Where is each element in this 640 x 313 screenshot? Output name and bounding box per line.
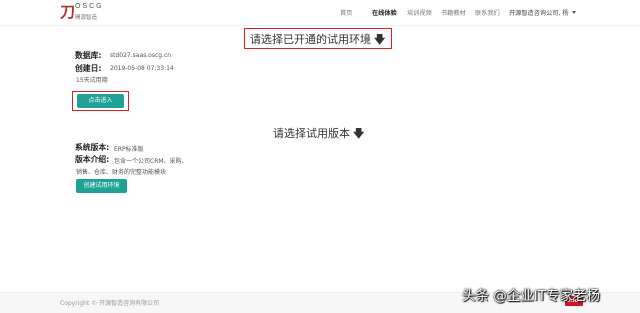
- section-title-existing: 请选择已开通的试用环境 🡇: [250, 31, 385, 50]
- intro-line-1: 包含一个公司CRM、采购、: [114, 158, 188, 165]
- created-value: 2019-05-08 07:33:14: [110, 65, 174, 72]
- enter-button[interactable]: 点击进入: [77, 94, 124, 108]
- caret-down-icon: [571, 11, 576, 14]
- nav-home[interactable]: 首页: [340, 8, 352, 17]
- user-menu-label: 开源智造咨询公司, 杨: [509, 10, 569, 17]
- create-trial-button[interactable]: 创建试用环境: [76, 179, 127, 193]
- section-title-text: 请选择试用版本: [273, 127, 350, 140]
- top-navbar: 刀 OSCG 開源智造 首页 在线体验 培训视频 书籍教材 联系我们 开源智造咨…: [0, 0, 640, 26]
- version-value: ERP标准版: [114, 146, 144, 153]
- logo[interactable]: 刀 OSCG 開源智造: [60, 3, 120, 23]
- copyright-text: Copyright © 开源智造咨询有限公司: [60, 300, 160, 307]
- arrow-down-icon: 🡇: [374, 33, 386, 46]
- section-title-version: 请选择试用版本 🡇: [273, 125, 364, 144]
- intro-label: 版本介绍:: [75, 155, 110, 164]
- database-label: 数据库:: [75, 51, 102, 60]
- user-menu[interactable]: 开源智造咨询公司, 杨: [509, 8, 576, 17]
- database-value: std027.saas.oscg.cn: [110, 52, 172, 59]
- section-title-text: 请选择已开通的试用环境: [250, 33, 371, 46]
- arrow-down-icon: 🡇: [353, 127, 365, 140]
- nav-online-trial[interactable]: 在线体验: [372, 8, 397, 17]
- watermark: 头条 @企业IT专家老杨: [462, 288, 601, 304]
- logo-text: OSCG: [75, 3, 104, 10]
- created-label: 创建日:: [75, 64, 102, 73]
- logo-icon: 刀: [60, 3, 76, 21]
- version-label: 系统版本:: [75, 143, 110, 152]
- nav-contact[interactable]: 联系我们: [475, 8, 500, 17]
- nav-training-videos[interactable]: 培训视频: [407, 8, 432, 17]
- nav-books[interactable]: 书籍教材: [441, 8, 466, 17]
- trial-period: 15天试用期: [76, 77, 108, 84]
- intro-line-2: 销售、仓库、财务的完整功能模块: [76, 169, 167, 176]
- logo-subtext: 開源智造: [75, 15, 98, 21]
